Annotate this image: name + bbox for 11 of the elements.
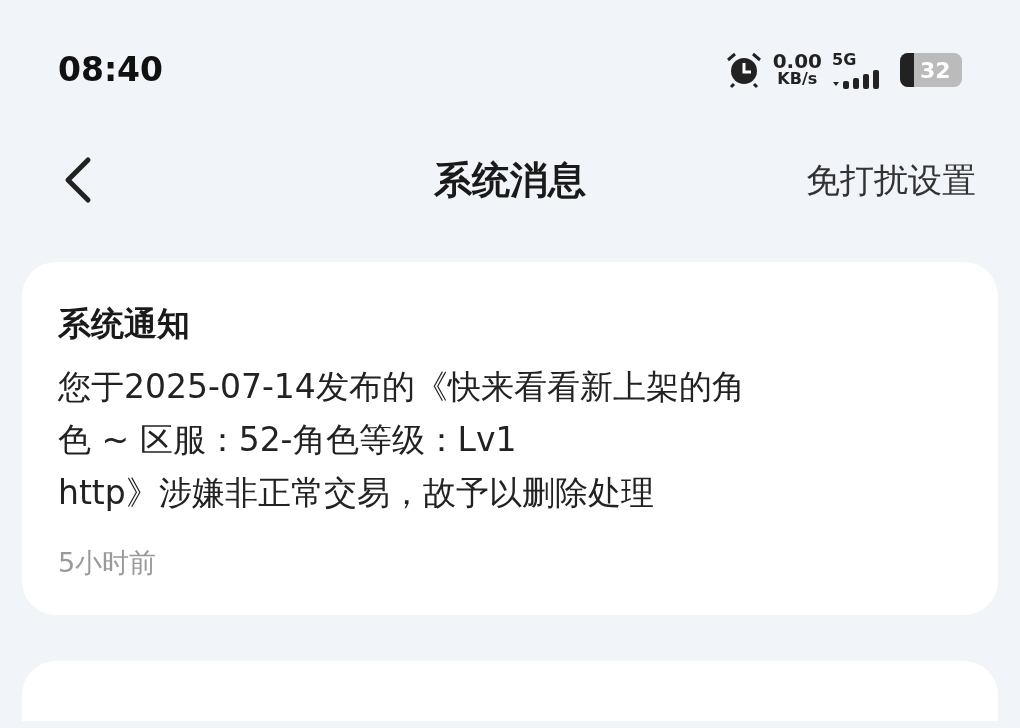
net-speed-unit: KB/s <box>777 70 818 88</box>
network-type: 5G <box>832 51 857 69</box>
status-time: 08:40 <box>58 49 164 92</box>
message-title: 系统通知 <box>58 303 191 345</box>
do-not-disturb-settings-link[interactable]: 免打扰设置 <box>806 154 976 206</box>
message-time: 5小时前 <box>58 546 158 580</box>
message-card[interactable]: 系统通知 您于2025-07-14发布的《快来看看新上架的角色 ~ 区服：52-角色等级：Lv1 http》涉嫌非正常交易，故予以删除处理 5小时前 <box>22 262 998 615</box>
page-title: 系统消息 <box>434 156 586 204</box>
net-speed: 0.00 <box>772 52 822 70</box>
message-body: 您于2025-07-14发布的《快来看看新上架的角色 ~ 区服：52-角色等级：Lv1 http》涉嫌非正常交易，故予以删除处理 <box>58 366 746 514</box>
battery-indicator: 32 <box>900 53 962 87</box>
